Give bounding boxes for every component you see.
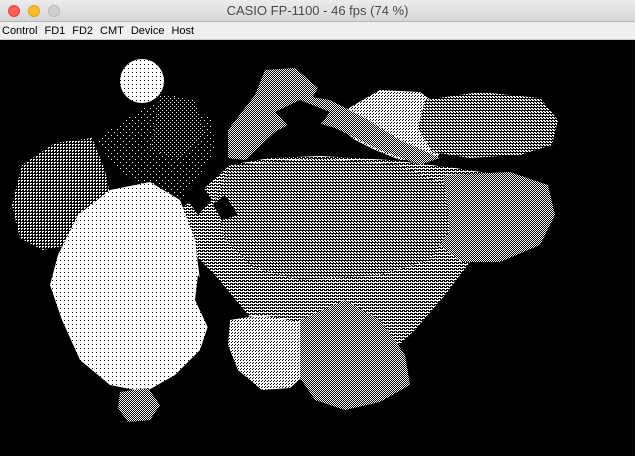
menu-control[interactable]: Control — [2, 22, 42, 40]
menu-device[interactable]: Device — [131, 22, 170, 40]
menu-fd2[interactable]: FD2 — [72, 22, 98, 40]
title-bar[interactable]: CASIO FP-1100 - 46 fps (74 %) — [0, 0, 635, 22]
menu-bar: Control FD1 FD2 CMT Device Host — [0, 22, 635, 40]
dithered-graphics — [12, 59, 558, 422]
menu-fd1[interactable]: FD1 — [44, 22, 70, 40]
emulator-window: CASIO FP-1100 - 46 fps (74 %) Control FD… — [0, 0, 635, 456]
window-title: CASIO FP-1100 - 46 fps (74 %) — [226, 3, 409, 18]
menu-cmt[interactable]: CMT — [100, 22, 129, 40]
menu-host[interactable]: Host — [171, 22, 199, 40]
emulator-screen[interactable] — [0, 40, 635, 456]
